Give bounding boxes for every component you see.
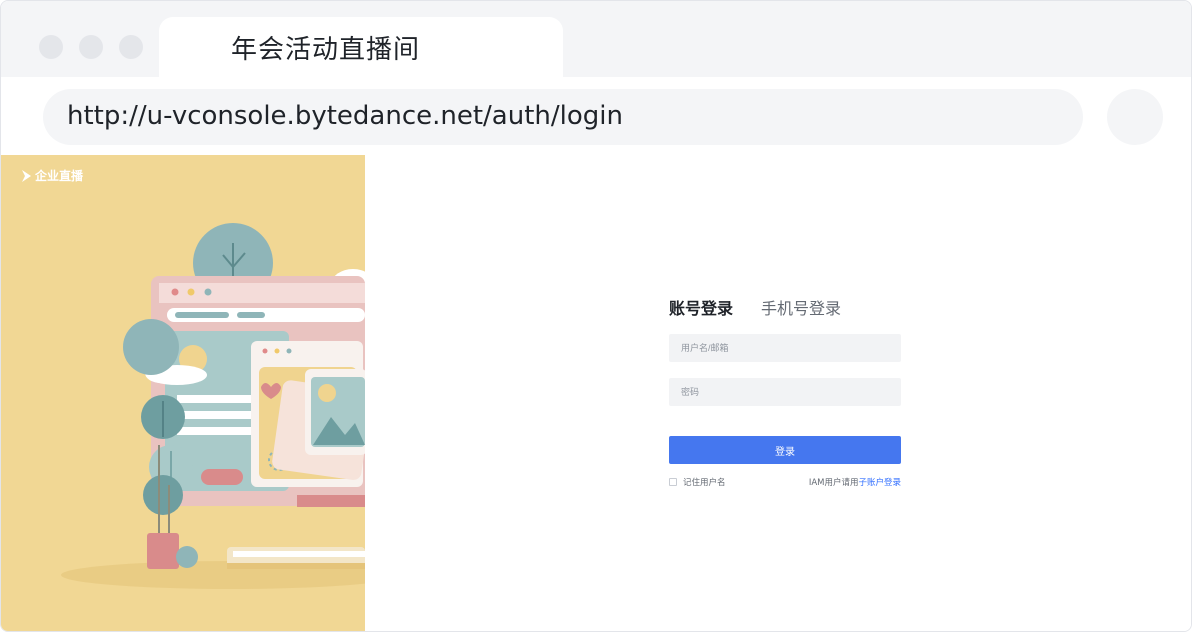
remember-label: 记住用户名 bbox=[683, 478, 726, 488]
address-bar[interactable]: http://u-vconsole.bytedance.net/auth/log… bbox=[43, 89, 1083, 145]
login-footer: 记住用户名 IAM用户请用子账户登录 bbox=[669, 476, 901, 488]
tab-account-login[interactable]: 账号登录 bbox=[669, 295, 733, 319]
login-button[interactable]: 登录 bbox=[669, 436, 901, 464]
tab-phone-login[interactable]: 手机号登录 bbox=[761, 295, 841, 319]
login-tabs: 账号登录 手机号登录 bbox=[669, 295, 901, 319]
window-control-maximize[interactable] bbox=[119, 35, 143, 59]
browser-window: 年会活动直播间 http://u-vconsole.bytedance.net/… bbox=[0, 0, 1192, 632]
remember-username[interactable]: 记住用户名 bbox=[669, 476, 726, 488]
window-control-close[interactable] bbox=[39, 35, 63, 59]
play-logo-icon bbox=[22, 169, 31, 182]
logo-text: 企业直播 bbox=[35, 169, 84, 183]
remember-checkbox[interactable] bbox=[669, 478, 677, 486]
tab-title: 年会活动直播间 bbox=[231, 35, 421, 65]
logo: 企业直播 bbox=[21, 167, 83, 184]
password-input[interactable] bbox=[669, 378, 901, 406]
window-control-minimize[interactable] bbox=[79, 35, 103, 59]
iam-hint: IAM用户请用子账户登录 bbox=[809, 476, 901, 488]
password-field[interactable] bbox=[669, 378, 901, 406]
profile-button[interactable] bbox=[1107, 89, 1163, 145]
username-input[interactable] bbox=[669, 334, 901, 362]
url-text[interactable]: http://u-vconsole.bytedance.net/auth/log… bbox=[67, 101, 623, 131]
browser-tab[interactable]: 年会活动直播间 bbox=[159, 17, 563, 79]
illustration-art bbox=[1, 155, 365, 631]
sub-account-login-link[interactable]: 子账户登录 bbox=[858, 478, 901, 488]
browser-titlebar: 年会活动直播间 bbox=[1, 1, 1191, 79]
page-content: 企业直播 账号登录 手机号登录 登录 记住用户名 IAM用户请用子账户 bbox=[1, 155, 1191, 631]
login-form: 账号登录 手机号登录 登录 记住用户名 IAM用户请用子账户登录 bbox=[669, 295, 901, 488]
hero-illustration: 企业直播 bbox=[1, 155, 365, 631]
username-field[interactable] bbox=[669, 334, 901, 362]
iam-prefix: IAM用户请用 bbox=[808, 478, 859, 488]
